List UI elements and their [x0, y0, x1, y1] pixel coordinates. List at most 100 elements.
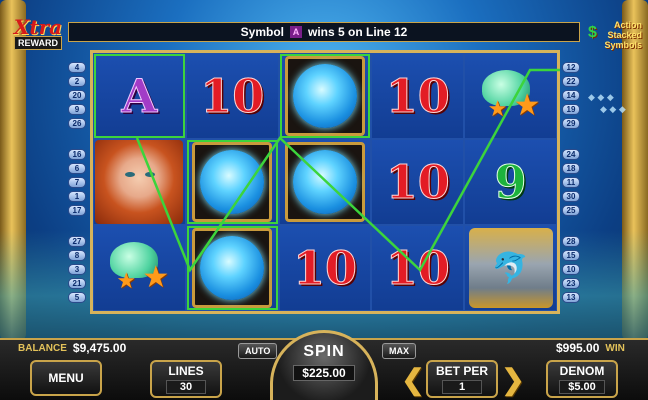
payline-number[interactable]: 11	[562, 177, 580, 188]
eye-icon	[125, 172, 136, 177]
payline-number[interactable]: 13	[562, 292, 580, 303]
orb-symbol	[284, 142, 365, 222]
starfish-icon: ★	[487, 96, 508, 121]
symbol-a: A	[121, 69, 158, 124]
logo-reward-text: REWARD	[14, 36, 62, 50]
payline-number[interactable]: 7	[68, 177, 86, 188]
pearl-orb-icon	[292, 150, 357, 214]
symbol-ten: 10	[200, 69, 265, 124]
win-message-prefix: Symbol	[240, 25, 284, 39]
balance-display: BALANCE $9,475.00	[18, 340, 126, 356]
orb-symbol	[284, 56, 365, 136]
symbol-ten: 10	[385, 241, 450, 296]
payline-number[interactable]: 1	[68, 191, 86, 202]
logo-action-text: Action	[614, 20, 642, 30]
reel-cell	[185, 139, 279, 225]
payline-number[interactable]: 3	[68, 264, 86, 275]
logo-stacked-text: Stacked	[607, 30, 642, 40]
payline-number[interactable]: 20	[68, 90, 86, 101]
symbol-ten: 10	[385, 69, 450, 124]
lines-value: 30	[166, 380, 206, 394]
logo-symbols-text: Symbols	[604, 40, 642, 50]
payline-number[interactable]: 12	[562, 62, 580, 73]
payline-number[interactable]: 17	[68, 205, 86, 216]
menu-button[interactable]: MENU	[30, 360, 102, 396]
denom-value: $5.00	[559, 380, 605, 394]
starfish-icon: ★	[116, 268, 137, 293]
pearl-orb-icon	[200, 150, 265, 214]
reel-cell: 10	[371, 139, 465, 225]
payline-number[interactable]: 19	[562, 104, 580, 115]
max-button-label: MAX	[389, 346, 409, 356]
reel-cell	[278, 139, 372, 225]
payline-number[interactable]: 23	[562, 278, 580, 289]
dollar-icon: $	[588, 24, 597, 41]
reel-cell: 🐬	[464, 225, 557, 311]
action-stacked-symbols-logo: $ Action Stacked Symbols	[586, 16, 642, 54]
pearl-orb-icon	[200, 236, 265, 300]
reel-grid: A 10 10 ★ ★ 10 9 ★ ★ 10 10 🐬	[90, 50, 560, 314]
payline-number[interactable]: 25	[562, 205, 580, 216]
chevron-right-icon[interactable]: ❯	[501, 364, 524, 395]
payline-number[interactable]: 22	[562, 76, 580, 87]
win-message-bar: Symbol A wins 5 on Line 12	[68, 22, 580, 42]
seashell-starfish-symbol: ★ ★	[476, 66, 546, 126]
payline-number[interactable]: 26	[68, 118, 86, 129]
bet-per-value: 1	[442, 380, 482, 394]
lines-label: LINES	[168, 364, 204, 378]
payline-number[interactable]: 2	[68, 76, 86, 87]
payline-number[interactable]: 30	[562, 191, 580, 202]
bet-per-label: BET PER	[435, 364, 488, 378]
payline-indicators-right: 12 22 14 19 29 24 18 11 30 25 28 15 10 2…	[562, 62, 580, 303]
win-value: $995.00	[556, 341, 600, 355]
payline-number[interactable]: 27	[68, 236, 86, 247]
symbol-ten: 10	[385, 155, 450, 210]
payline-number[interactable]: 29	[562, 118, 580, 129]
denom-label: DENOM	[559, 364, 605, 378]
payline-number[interactable]: 28	[562, 236, 580, 247]
reel-cell: ★ ★	[464, 53, 557, 139]
reel-cell	[93, 139, 186, 225]
spin-label: SPIN	[303, 343, 345, 360]
reel-cell: 10	[371, 53, 465, 139]
logo-xtra-text: Xtra	[13, 15, 63, 39]
payline-number[interactable]: 5	[68, 292, 86, 303]
xtra-reward-logo: Xtra REWARD	[8, 14, 68, 54]
payline-number[interactable]: 15	[562, 250, 580, 261]
payline-number[interactable]: 16	[68, 149, 86, 160]
eye-icon	[145, 172, 156, 177]
spin-bet-value: $225.00	[293, 365, 355, 381]
reel-cell: 10	[371, 225, 465, 311]
payline-number[interactable]: 9	[68, 104, 86, 115]
payline-number[interactable]: 21	[68, 278, 86, 289]
payline-number[interactable]: 10	[562, 264, 580, 275]
max-button[interactable]: MAX	[382, 343, 416, 359]
win-symbol-icon: A	[289, 26, 302, 38]
reel-cell: ★ ★	[93, 225, 186, 311]
payline-number[interactable]: 14	[562, 90, 580, 101]
reel-cell: 9	[464, 139, 557, 225]
balance-label: BALANCE	[18, 342, 67, 354]
payline-number[interactable]: 6	[68, 163, 86, 174]
auto-button[interactable]: AUTO	[238, 343, 278, 359]
denom-button[interactable]: DENOM $5.00	[546, 360, 618, 398]
win-label: WIN	[605, 342, 625, 354]
symbol-nine: 9	[494, 155, 527, 210]
payline-number[interactable]: 24	[562, 149, 580, 160]
payline-number[interactable]: 8	[68, 250, 86, 261]
chevron-left-icon[interactable]: ❮	[401, 364, 424, 395]
orb-symbol	[192, 142, 273, 222]
lines-button[interactable]: LINES 30	[150, 360, 222, 398]
fish-icon: ◆ ◆ ◆	[588, 92, 614, 102]
seashell-starfish-symbol: ★ ★	[104, 238, 174, 298]
payline-number[interactable]: 4	[68, 62, 86, 73]
payline-number[interactable]: 18	[562, 163, 580, 174]
dolphin-icon: 🐬	[491, 251, 530, 285]
reel-cell	[278, 53, 372, 139]
reel-cell: 10	[278, 225, 372, 311]
reel-cell: A	[93, 53, 186, 139]
starfish-icon: ★	[142, 261, 170, 294]
bet-per-button[interactable]: BET PER 1	[426, 360, 498, 398]
win-display: $995.00 WIN	[556, 340, 625, 356]
reel-cell	[185, 225, 279, 311]
